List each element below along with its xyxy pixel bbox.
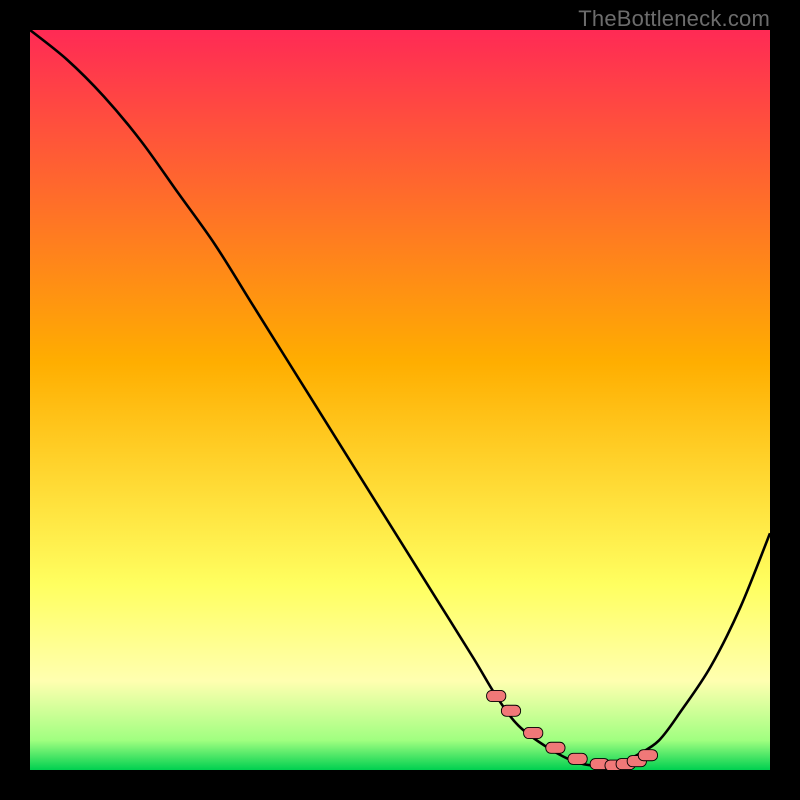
curve-marker [568,753,587,764]
curve-marker [501,705,520,716]
bottleneck-curve [30,30,770,766]
chart-svg [30,30,770,770]
plot-area [30,30,770,770]
curve-marker [546,742,565,753]
curve-marker [487,690,506,701]
curve-marker [638,750,657,761]
watermark-text: TheBottleneck.com [578,6,770,32]
chart-frame: TheBottleneck.com [0,0,800,800]
curve-marker [524,727,543,738]
bottom-markers-group [487,690,658,770]
